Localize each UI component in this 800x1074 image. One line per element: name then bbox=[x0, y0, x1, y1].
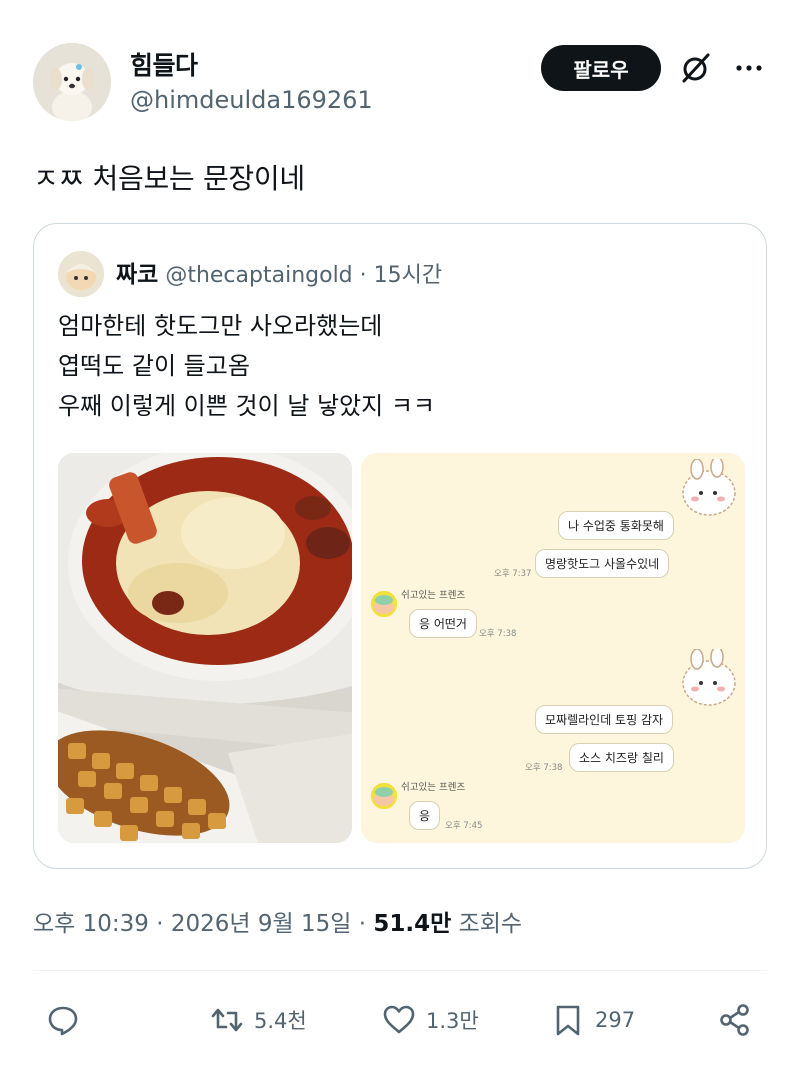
chat-bubble-sent: 명랑핫도그 사올수있네 bbox=[535, 549, 670, 578]
chat-sender-name: 쉬고있는 프렌즈 bbox=[401, 782, 466, 793]
bookmark-count: 297 bbox=[595, 1008, 636, 1032]
more-horizontal-icon[interactable] bbox=[733, 52, 765, 84]
chat-time: 오후 7:45 bbox=[445, 821, 483, 831]
chat-bubble-sent: 소스 치즈랑 칠리 bbox=[569, 743, 674, 772]
view-count: 51.4만 bbox=[373, 911, 452, 937]
tweet-time[interactable]: 오후 10:39 bbox=[33, 911, 149, 937]
retweet-icon bbox=[211, 1008, 243, 1032]
author-display-name[interactable]: 힘들다 bbox=[130, 46, 198, 82]
divider bbox=[33, 970, 767, 971]
like-button[interactable]: 1.3만 bbox=[382, 1000, 479, 1040]
chat-bubble-sent: 모짜렐라인데 토핑 감자 bbox=[535, 705, 674, 734]
friend-avatar bbox=[371, 591, 397, 617]
quote-text: 엄마한테 핫도그만 사오라했는데 엽떡도 같이 들고옴 우째 이렇게 이쁜 것이… bbox=[58, 306, 435, 426]
chat-screenshot[interactable]: 나 수업중 통화못해 명랑핫도그 사올수있네 오후 7:37 쉬고있는 프렌즈 … bbox=[361, 453, 745, 843]
view-label: 조회수 bbox=[458, 911, 523, 937]
share-icon bbox=[720, 1004, 749, 1036]
tweet-date[interactable]: 2026년 9월 15일 bbox=[171, 911, 352, 937]
chat-bubble-received: 응 bbox=[409, 801, 441, 830]
rabbit-sticker-icon bbox=[682, 649, 736, 706]
reply-button[interactable] bbox=[46, 1000, 90, 1040]
quote-author-name[interactable]: 짜코 bbox=[116, 262, 158, 288]
retweet-button[interactable]: 5.4천 bbox=[210, 1000, 307, 1040]
chat-bubble-sent: 나 수업중 통화못해 bbox=[558, 511, 674, 540]
share-button[interactable] bbox=[718, 1000, 752, 1040]
friends-character-icon bbox=[371, 783, 397, 809]
like-count: 1.3만 bbox=[426, 1009, 479, 1033]
tteokbokki-hotdog-image bbox=[58, 453, 352, 843]
quote-text-line: 우째 이렇게 이쁜 것이 날 낳았지 ㅋㅋ bbox=[58, 392, 435, 420]
author-avatar[interactable] bbox=[33, 43, 111, 121]
separator-dot: · bbox=[156, 911, 164, 937]
character-avatar-image bbox=[58, 251, 104, 297]
rabbit-sticker-icon bbox=[682, 459, 736, 516]
follow-button[interactable]: 팔로우 bbox=[541, 45, 661, 91]
bookmark-button[interactable]: 297 bbox=[551, 1000, 635, 1040]
quote-author-avatar[interactable] bbox=[58, 251, 104, 297]
bookmark-icon bbox=[556, 1005, 580, 1036]
chat-time: 오후 7:38 bbox=[525, 763, 563, 773]
quote-text-line: 엄마한테 핫도그만 사오라했는데 bbox=[58, 312, 383, 340]
quote-timestamp[interactable]: 15시간 bbox=[374, 263, 442, 288]
heart-icon bbox=[383, 1005, 415, 1034]
dog-avatar-image bbox=[33, 43, 111, 121]
tweet-text: ㅈㅉ 처음보는 문장이네 bbox=[33, 162, 305, 195]
quote-header: 짜코 @thecaptaingold · 15시간 bbox=[116, 255, 442, 289]
reply-icon bbox=[48, 1006, 78, 1036]
friends-character-icon bbox=[371, 591, 397, 617]
food-photo[interactable] bbox=[58, 453, 352, 843]
chat-time: 오후 7:37 bbox=[494, 569, 532, 579]
chat-bubble-received: 응 어떤거 bbox=[409, 609, 477, 638]
tweet-meta: 오후 10:39 · 2026년 9월 15일 · 51.4만 조회수 bbox=[33, 904, 522, 938]
chat-sender-name: 쉬고있는 프렌즈 bbox=[401, 590, 466, 601]
author-handle[interactable]: @himdeulda169261 bbox=[130, 86, 373, 114]
quoted-tweet-card[interactable]: 짜코 @thecaptaingold · 15시간 엄마한테 핫도그만 사오라했… bbox=[33, 223, 767, 869]
retweet-count: 5.4천 bbox=[254, 1009, 307, 1033]
chat-time: 오후 7:38 bbox=[479, 629, 517, 639]
quote-text-line: 엽떡도 같이 들고옴 bbox=[58, 352, 250, 380]
grok-icon[interactable] bbox=[678, 50, 714, 86]
separator-dot: · bbox=[359, 263, 367, 288]
quote-author-handle[interactable]: @thecaptaingold bbox=[165, 263, 352, 288]
separator-dot: · bbox=[358, 911, 367, 937]
friend-avatar bbox=[371, 783, 397, 809]
